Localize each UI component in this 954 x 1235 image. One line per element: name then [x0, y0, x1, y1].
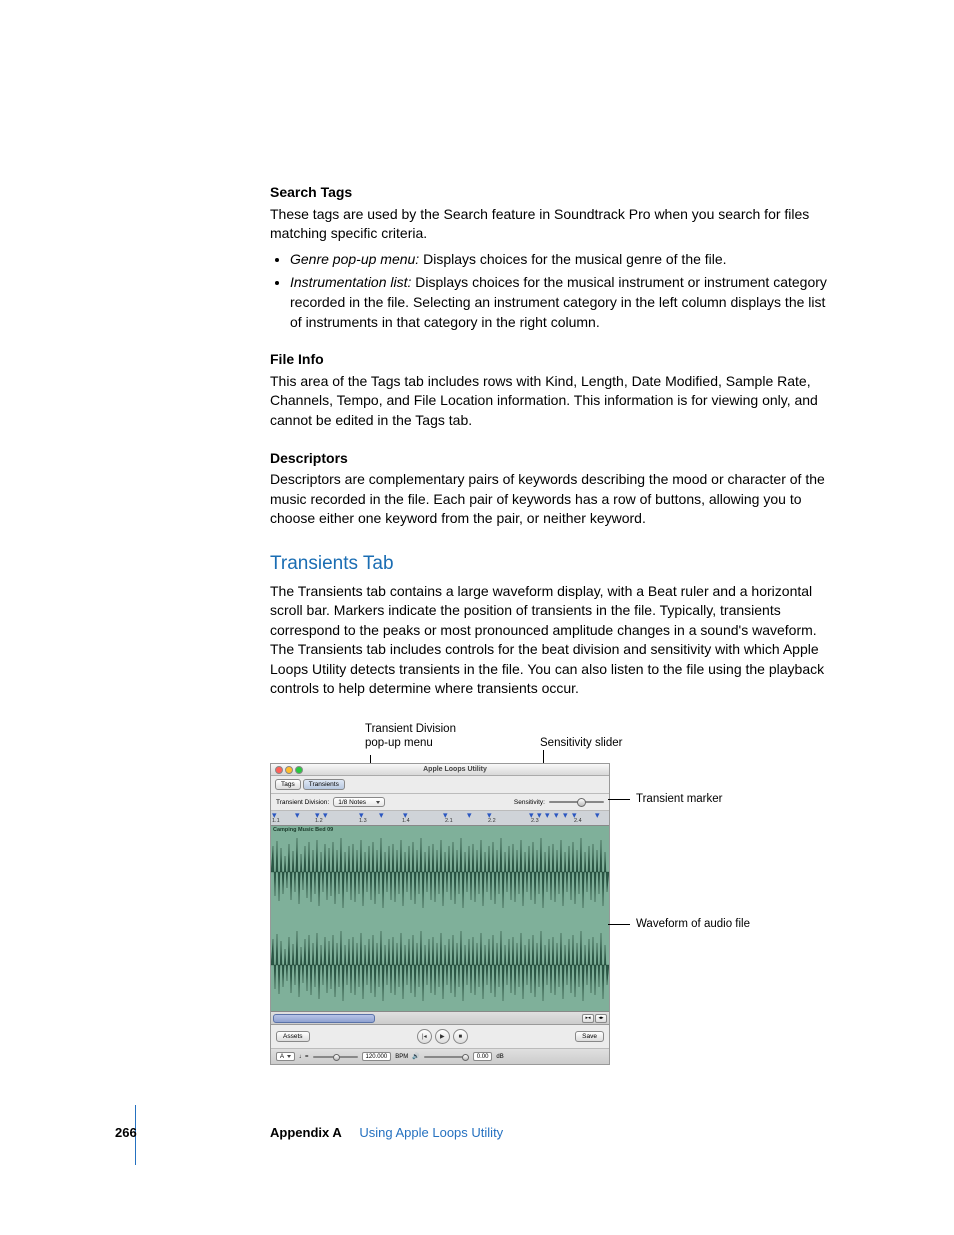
- ruler-tick: 1.4: [402, 818, 410, 824]
- transient-marker-icon: ▾: [554, 811, 559, 819]
- db-unit: dB: [496, 1054, 503, 1060]
- text: Displays choices for the musical genre o…: [419, 251, 726, 267]
- ruler-tick: 2.1: [445, 818, 453, 824]
- volume-icon: 🔊: [412, 1053, 419, 1060]
- beat-ruler: ▾ ▾ ▾ ▾ ▾ ▾ ▾ ▾ ▾ ▾ ▾ ▾ ▾ ▾ ▾ ▾ ▾ 1.1 1.…: [271, 811, 609, 826]
- transient-division-label: Transient Division:: [276, 799, 329, 806]
- transient-marker-icon: ▾: [379, 811, 384, 819]
- window-titlebar: Apple Loops Utility: [271, 764, 609, 776]
- para-search-tags: These tags are used by the Search featur…: [270, 205, 840, 244]
- volume-slider[interactable]: [424, 1056, 469, 1058]
- ruler-tick: 2.3: [531, 818, 539, 824]
- list-item: Instrumentation list: Displays choices f…: [290, 273, 840, 332]
- play-button[interactable]: ▶: [435, 1029, 450, 1044]
- waveform-icon: [271, 826, 609, 1011]
- transient-division-popup[interactable]: 1/8 Notes: [333, 797, 385, 807]
- go-to-start-button[interactable]: |◂: [417, 1029, 432, 1044]
- tempo-field[interactable]: 120.000: [362, 1052, 392, 1061]
- slider-thumb[interactable]: [333, 1054, 340, 1061]
- ruler-tick: 1.1: [272, 818, 280, 824]
- scroll-thumb[interactable]: [273, 1014, 375, 1023]
- callout-transient-marker: Transient marker: [608, 793, 723, 805]
- chevron-down-icon: [287, 1055, 291, 1058]
- term-genre: Genre pop-up menu:: [290, 251, 419, 267]
- heading-file-info: File Info: [270, 350, 840, 370]
- heading-descriptors: Descriptors: [270, 449, 840, 469]
- heading-search-tags: Search Tags: [270, 183, 840, 203]
- bottom-status-bar: A ♩= 120.000 BPM 🔊 0.00 dB: [271, 1049, 609, 1064]
- footer-title: Using Apple Loops Utility: [359, 1125, 503, 1140]
- footer-appendix: Appendix A: [270, 1125, 342, 1140]
- zoom-out-button[interactable]: ▸◂: [582, 1014, 594, 1023]
- para-file-info: This area of the Tags tab includes rows …: [270, 372, 840, 431]
- assets-button[interactable]: Assets: [276, 1031, 310, 1042]
- term-instrumentation: Instrumentation list:: [290, 274, 411, 290]
- tab-bar: Tags Transients: [271, 776, 609, 794]
- list-item: Genre pop-up menu: Displays choices for …: [290, 250, 840, 270]
- heading-transients-tab: Transients Tab: [270, 551, 840, 578]
- minimize-icon[interactable]: [285, 766, 293, 774]
- chevron-down-icon: [376, 801, 380, 804]
- ruler-tick: 1.3: [359, 818, 367, 824]
- figure-apple-loops-utility: Transient Division pop-up menu Sensitivi…: [270, 723, 890, 1065]
- tab-transients[interactable]: Transients: [303, 779, 345, 790]
- track-name-label: Camping Music Bed 09: [273, 827, 333, 833]
- page-number: 266: [115, 1125, 137, 1140]
- db-field[interactable]: 0.00: [473, 1052, 493, 1061]
- transient-marker-icon: ▾: [545, 811, 550, 819]
- transient-marker-icon: ▾: [295, 811, 300, 819]
- waveform-display[interactable]: Camping Music Bed 09: [271, 826, 609, 1012]
- tempo-unit: BPM: [395, 1054, 408, 1060]
- horizontal-scrollbar[interactable]: ▸◂ ◂▸: [271, 1012, 609, 1025]
- tempo-icon: ♩=: [299, 1054, 309, 1060]
- ruler-tick: 2.2: [488, 818, 496, 824]
- ruler-tick: 1.2: [315, 818, 323, 824]
- callout-sensitivity-slider: Sensitivity slider: [540, 737, 622, 749]
- key-popup[interactable]: A: [276, 1052, 295, 1061]
- transient-marker-icon: ▾: [467, 811, 472, 819]
- slider-thumb[interactable]: [462, 1054, 469, 1061]
- transient-marker-icon: ▾: [323, 811, 328, 819]
- tempo-slider[interactable]: [313, 1056, 358, 1058]
- popup-value: 1/8 Notes: [338, 799, 366, 806]
- slider-thumb[interactable]: [577, 798, 586, 807]
- window-title: Apple Loops Utility: [305, 766, 605, 773]
- save-button[interactable]: Save: [575, 1031, 604, 1042]
- para-transients: The Transients tab contains a large wave…: [270, 582, 840, 700]
- sensitivity-slider[interactable]: [549, 801, 604, 803]
- apple-loops-utility-window: Apple Loops Utility Tags Transients Tran…: [270, 763, 610, 1065]
- callout-transient-division: Transient Division pop-up menu: [365, 723, 456, 751]
- playback-toolbar: Assets |◂ ▶ ■ Save: [271, 1025, 609, 1049]
- callout-waveform: Waveform of audio file: [608, 918, 750, 930]
- para-descriptors: Descriptors are complementary pairs of k…: [270, 470, 840, 529]
- stop-button[interactable]: ■: [453, 1029, 468, 1044]
- page-footer: 266 Appendix A Using Apple Loops Utility: [115, 1125, 839, 1140]
- ruler-tick: 2.4: [574, 818, 582, 824]
- close-icon[interactable]: [275, 766, 283, 774]
- list-search-tags: Genre pop-up menu: Displays choices for …: [270, 250, 840, 332]
- controls-row: Transient Division: 1/8 Notes Sensitivit…: [271, 794, 609, 811]
- zoom-in-button[interactable]: ◂▸: [595, 1014, 607, 1023]
- tab-tags[interactable]: Tags: [275, 779, 301, 790]
- zoom-icon[interactable]: [295, 766, 303, 774]
- transient-marker-icon: ▾: [563, 811, 568, 819]
- transient-marker-icon: ▾: [595, 811, 600, 819]
- sensitivity-label: Sensitivity:: [514, 799, 545, 806]
